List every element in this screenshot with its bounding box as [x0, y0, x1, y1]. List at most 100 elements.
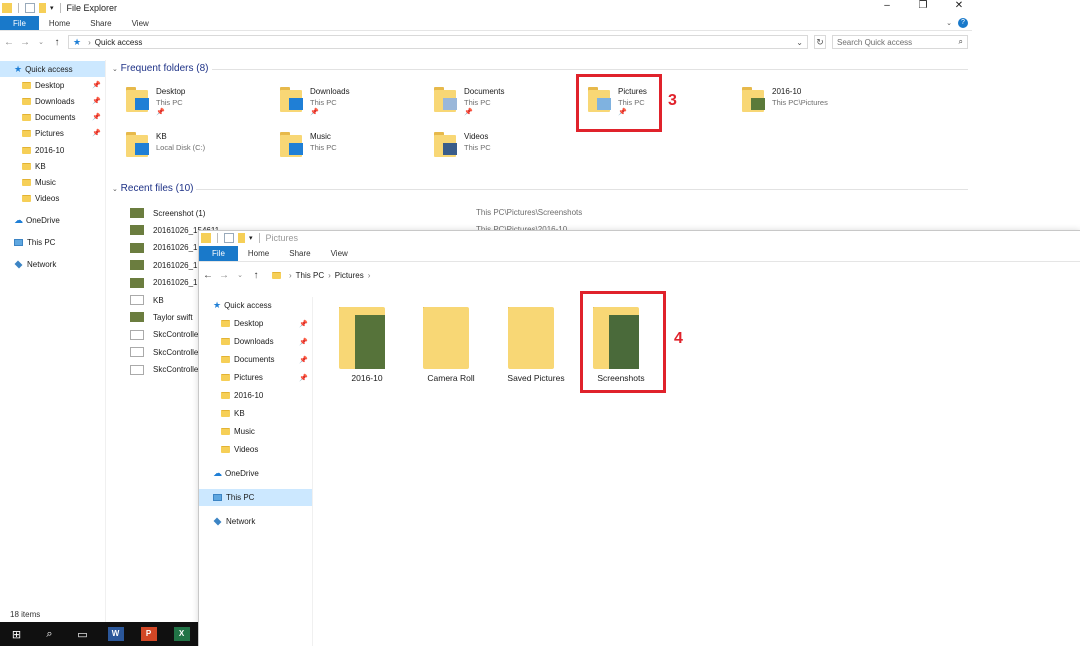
address-field[interactable]: › This PC › Pictures ›: [267, 268, 1067, 282]
sidebar-item-documents[interactable]: Documents 📌: [199, 351, 312, 368]
back-icon[interactable]: ←: [203, 270, 213, 281]
search-icon: ⌕: [958, 37, 963, 46]
search-taskbar-icon[interactable]: ⌕: [33, 622, 66, 646]
recent-locations-icon[interactable]: ⌄: [235, 271, 245, 279]
forward-icon[interactable]: →: [219, 270, 229, 281]
divider: [196, 189, 968, 190]
frequent-folder-documents[interactable]: Documents This PC 📌: [434, 86, 584, 126]
recent-file-row[interactable]: SkcControlle: [130, 328, 198, 342]
new-folder-icon[interactable]: [238, 233, 245, 243]
frequent-folder-desktop[interactable]: Desktop This PC 📌: [126, 86, 276, 126]
help-icon[interactable]: ?: [958, 18, 968, 28]
recent-file-row[interactable]: SkcControlle: [130, 345, 198, 359]
recent-file-row[interactable]: SkcControlle: [130, 363, 198, 377]
up-icon[interactable]: ↑: [251, 270, 261, 281]
tab-home[interactable]: Home: [238, 246, 279, 261]
sidebar-item-desktop[interactable]: Desktop 📌: [199, 315, 312, 332]
breadcrumb-pictures[interactable]: Pictures: [335, 271, 364, 280]
sidebar-item-videos[interactable]: Videos: [199, 441, 312, 458]
sidebar-item-2016-10[interactable]: 2016-10: [0, 142, 105, 158]
collapse-chevron-icon[interactable]: ⌄: [112, 186, 118, 193]
sidebar-item-label: Pictures: [35, 128, 64, 138]
sidebar-item-music[interactable]: Music: [199, 423, 312, 440]
properties-icon[interactable]: [224, 233, 234, 243]
sidebar-item-this-pc[interactable]: This PC: [0, 234, 105, 250]
sidebar-item-downloads[interactable]: Downloads 📌: [199, 333, 312, 350]
recent-file-row[interactable]: KB: [130, 293, 164, 307]
window-controls: – ❐ ✕: [882, 0, 964, 11]
quick-access-toolbar: ▾: [199, 233, 262, 243]
tab-share[interactable]: Share: [279, 246, 320, 261]
sidebar-item-kb[interactable]: KB: [199, 405, 312, 422]
properties-icon[interactable]: [25, 3, 35, 13]
recent-file-row[interactable]: Screenshot (1): [130, 206, 205, 220]
sidebar-item-label: Downloads: [234, 337, 274, 346]
recent-file-name: SkcControlle: [153, 365, 199, 375]
folder-icon: [22, 97, 31, 105]
sidebar-item-pictures[interactable]: Pictures 📌: [0, 125, 105, 141]
frequent-folder-videos[interactable]: Videos This PC: [434, 131, 584, 171]
sidebar-item-kb[interactable]: KB: [0, 158, 105, 174]
sidebar-item-music[interactable]: Music: [0, 174, 105, 190]
excel-app-icon[interactable]: X: [165, 622, 198, 646]
tab-file[interactable]: File: [0, 16, 39, 30]
tab-view[interactable]: View: [122, 16, 159, 30]
tab-view[interactable]: View: [321, 246, 358, 261]
folder-location: This PC: [310, 98, 337, 107]
recent-locations-icon[interactable]: ⌄: [36, 38, 46, 46]
tab-home[interactable]: Home: [39, 16, 80, 30]
search-input[interactable]: Search Quick access ⌕: [832, 35, 968, 49]
address-field[interactable]: ★ › Quick access ⌄: [68, 35, 808, 49]
folder-camera-roll[interactable]: Camera Roll: [411, 297, 491, 387]
frequent-folder-music[interactable]: Music This PC: [280, 131, 430, 171]
powerpoint-app-icon[interactable]: P: [132, 622, 165, 646]
recent-file-row[interactable]: 20161026_1: [130, 276, 198, 290]
recent-file-name: SkcControlle: [153, 347, 199, 357]
sidebar-item-network[interactable]: Network: [0, 256, 105, 272]
sidebar-item-quick-access[interactable]: ★ Quick access: [199, 297, 312, 314]
sidebar-item-this-pc[interactable]: This PC: [199, 489, 312, 506]
sidebar-item-onedrive[interactable]: ☁ OneDrive: [199, 465, 312, 482]
restore-icon[interactable]: ❐: [918, 0, 928, 11]
sidebar-item-videos[interactable]: Videos: [0, 190, 105, 206]
up-icon[interactable]: ↑: [52, 37, 62, 48]
frequent-folder-2016-10[interactable]: 2016-10 This PC\Pictures: [742, 86, 892, 126]
tab-file[interactable]: File: [199, 246, 238, 261]
sidebar-item-2016-10[interactable]: 2016-10: [199, 387, 312, 404]
recent-file-row[interactable]: 20161026_1: [130, 241, 198, 255]
sidebar-item-downloads[interactable]: Downloads 📌: [0, 93, 105, 109]
close-icon[interactable]: ✕: [954, 0, 964, 11]
sidebar-item-label: Network: [226, 517, 256, 526]
folder-2016-10[interactable]: 2016-10: [327, 297, 407, 387]
sidebar-item-documents[interactable]: Documents 📌: [0, 109, 105, 125]
sidebar-item-label: OneDrive: [26, 215, 60, 225]
breadcrumb-this-pc[interactable]: This PC: [296, 271, 324, 280]
frequent-folder-kb[interactable]: KB Local Disk (C:): [126, 131, 276, 171]
customize-toolbar-icon[interactable]: ▾: [249, 234, 253, 242]
word-app-icon[interactable]: W: [99, 622, 132, 646]
sidebar-item-network[interactable]: Network: [199, 513, 312, 530]
new-folder-icon[interactable]: [39, 3, 46, 13]
sidebar-item-onedrive[interactable]: ☁ OneDrive: [0, 212, 105, 228]
frequent-folder-downloads[interactable]: Downloads This PC 📌: [280, 86, 430, 126]
recent-file-row[interactable]: 20161026_1: [130, 258, 198, 272]
customize-toolbar-icon[interactable]: ▾: [50, 4, 54, 12]
task-view-icon[interactable]: ▭: [66, 622, 99, 646]
recent-files-header[interactable]: ⌄ Recent files (10): [112, 183, 193, 194]
start-icon[interactable]: ⊞: [0, 622, 33, 646]
forward-icon[interactable]: →: [20, 37, 30, 48]
expand-ribbon-icon[interactable]: ⌄: [946, 19, 952, 27]
refresh-icon[interactable]: ↻: [814, 35, 826, 49]
sidebar-item-pictures[interactable]: Pictures 📌: [199, 369, 312, 386]
collapse-chevron-icon[interactable]: ⌄: [112, 66, 118, 73]
frequent-folders-header[interactable]: ⌄ Frequent folders (8): [112, 63, 208, 74]
back-icon[interactable]: ←: [4, 37, 14, 48]
network-icon: [213, 517, 222, 526]
folder-saved-pictures[interactable]: Saved Pictures: [496, 297, 576, 387]
recent-file-row[interactable]: Taylor swift: [130, 310, 193, 324]
address-dropdown-icon[interactable]: ⌄: [796, 38, 803, 47]
sidebar-item-desktop[interactable]: Desktop 📌: [0, 77, 105, 93]
minimize-icon[interactable]: –: [882, 0, 892, 11]
tab-share[interactable]: Share: [80, 16, 121, 30]
sidebar-item-quick-access[interactable]: ★ Quick access: [0, 61, 105, 77]
